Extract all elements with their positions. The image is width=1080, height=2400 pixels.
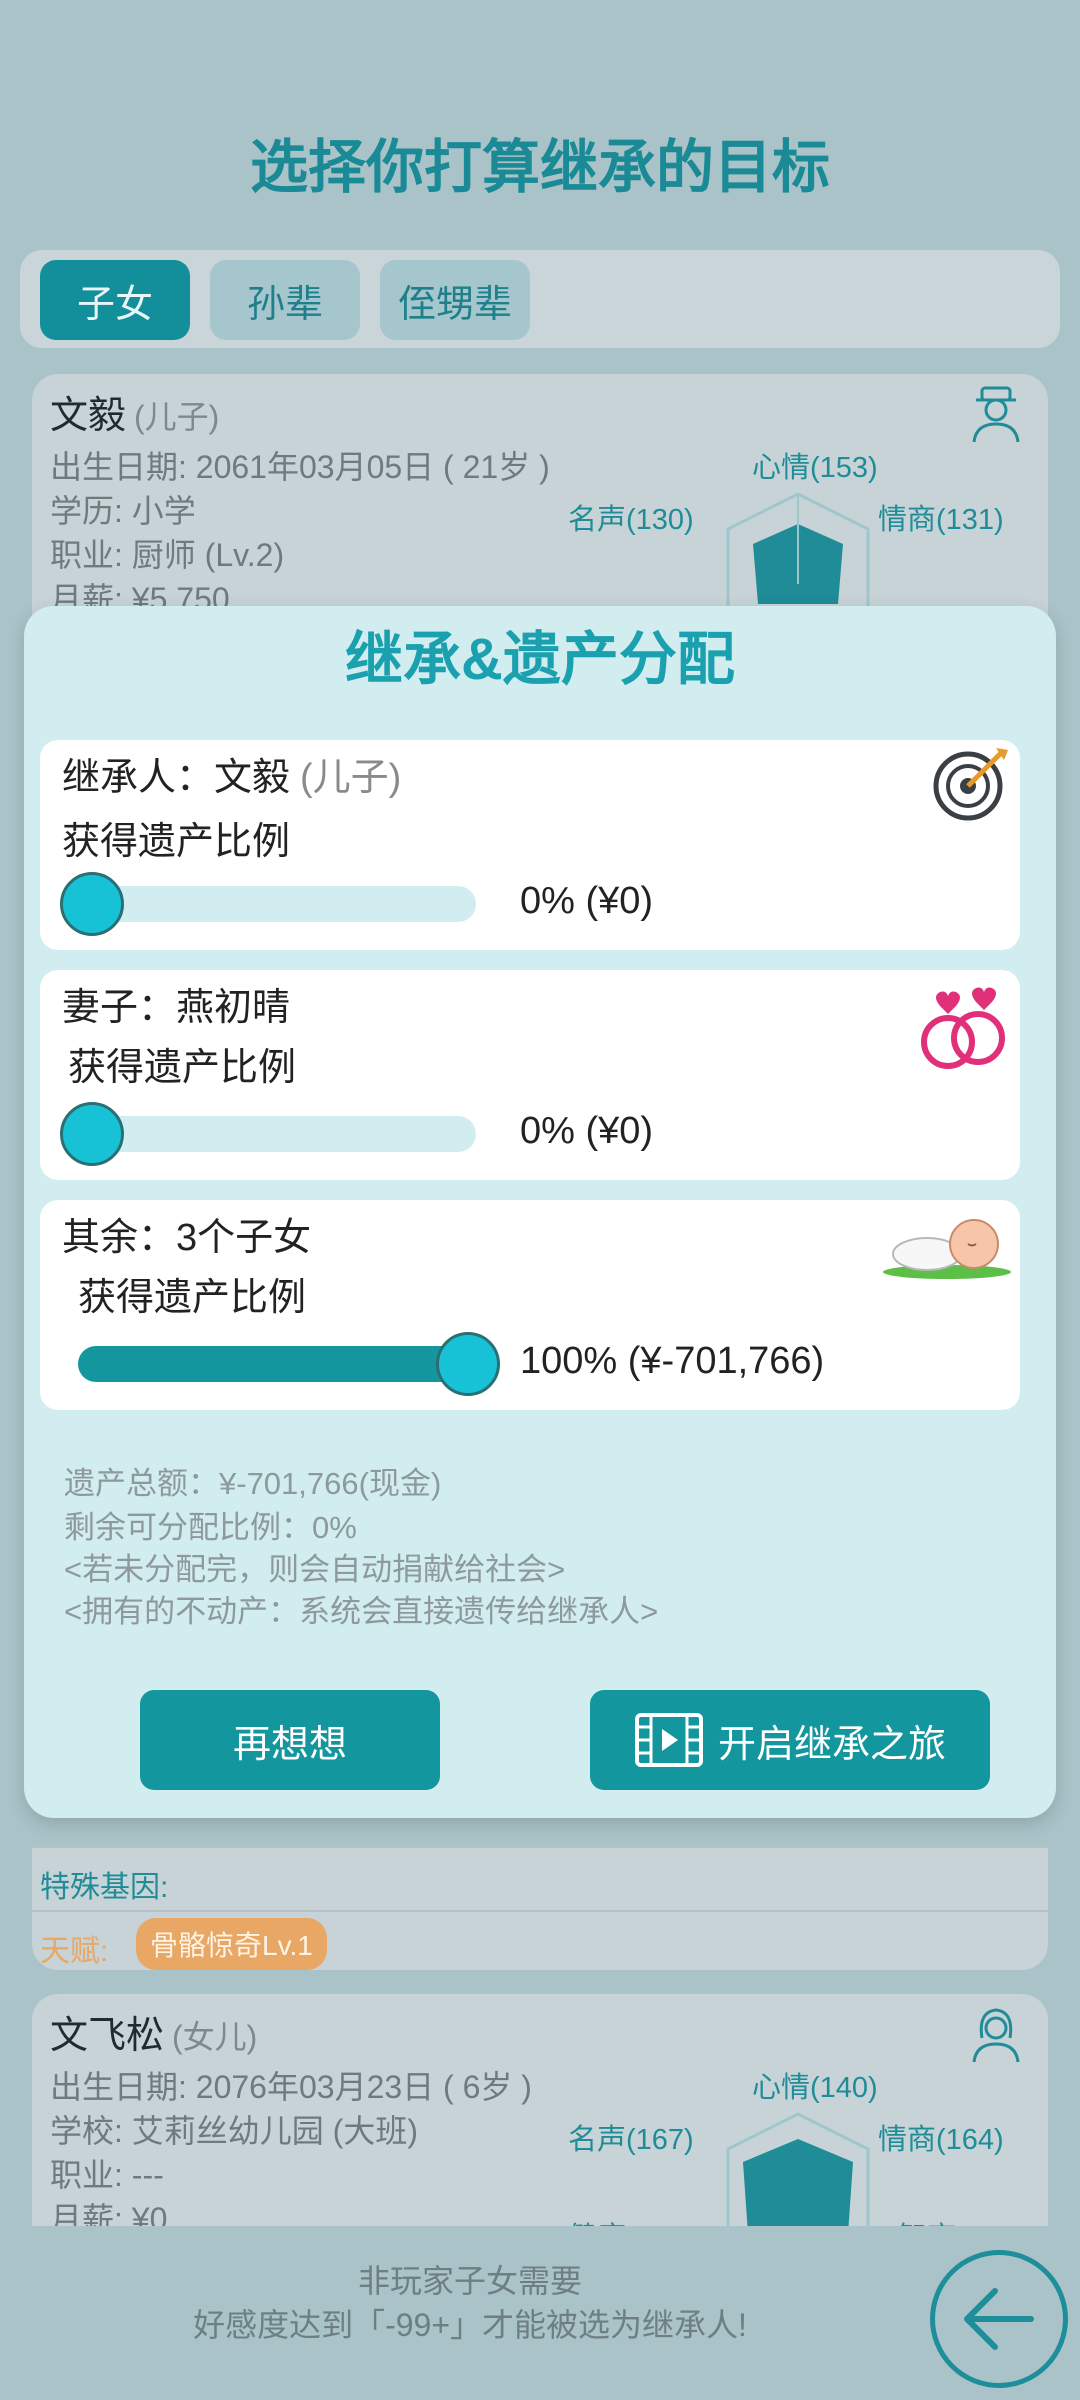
slider-knob[interactable] bbox=[60, 872, 124, 936]
other-children-label: 其余：3个子女 bbox=[62, 1217, 312, 1259]
stats-radar: 心情(140) 名声(167) 情商(164) 健康(176) 智商(212) bbox=[568, 2054, 1028, 2234]
start-inheritance-label: 开启继承之旅 bbox=[717, 1723, 946, 1766]
talent-label: 天赋: bbox=[40, 1935, 109, 1968]
bottom-note-line1: 非玩家子女需要 bbox=[357, 2263, 582, 2299]
film-icon bbox=[634, 1713, 703, 1767]
school: 学校: 艾莉丝幼儿园 (大班) bbox=[50, 2113, 418, 2149]
ratio-label: 获得遗产比例 bbox=[78, 1277, 307, 1319]
bottom-bar: 非玩家子女需要 好感度达到「-99+」才能被选为继承人! bbox=[0, 2226, 1080, 2400]
birth-date: 出生日期: 2061年03月05日 ( 21岁 ) bbox=[50, 449, 550, 485]
radar-eq: 情商(131) bbox=[878, 504, 1004, 536]
slider-knob[interactable] bbox=[436, 1332, 500, 1396]
page-title: 选择你打算继承的目标 bbox=[249, 135, 830, 200]
birth-date: 出生日期: 2076年03月23日 ( 6岁 ) bbox=[50, 2069, 532, 2105]
remaining-ratio: 剩余可分配比例：0% bbox=[64, 1510, 357, 1545]
heir-label: 继承人：文毅 (儿子) bbox=[62, 757, 402, 799]
bottom-note-line2: 好感度达到「-99+」才能被选为继承人! bbox=[193, 2307, 747, 2343]
slider-fill bbox=[78, 1346, 492, 1382]
other-children-share-value: 100% (¥-701,766) bbox=[520, 1340, 825, 1382]
target-icon bbox=[933, 748, 1008, 821]
other-children-panel: 其余：3个子女 获得遗产比例 100% (¥-701,766) bbox=[40, 1200, 1020, 1410]
radar-fame: 名声(167) bbox=[568, 2124, 694, 2156]
heir-panel: 继承人：文毅 (儿子) 获得遗产比例 0% (¥0) bbox=[40, 740, 1020, 950]
heir-share-value: 0% (¥0) bbox=[520, 880, 654, 922]
talent-tag[interactable]: 骨骼惊奇Lv.1 bbox=[136, 1918, 327, 1970]
other-children-ratio-slider[interactable] bbox=[78, 1332, 500, 1396]
spouse-panel: 妻子：燕初晴 获得遗产比例 0% (¥0) bbox=[40, 970, 1020, 1180]
real-estate-note: <拥有的不动产：系统会直接遗传给继承人> bbox=[64, 1594, 659, 1629]
tab-grandchildren[interactable]: 孙辈 bbox=[210, 260, 360, 340]
estate-total: 遗产总额：¥-701,766(现金) bbox=[64, 1466, 442, 1501]
tab-nieces-nephews[interactable]: 侄甥辈 bbox=[380, 260, 530, 340]
back-button[interactable] bbox=[930, 2250, 1068, 2388]
heir-ratio-slider[interactable] bbox=[60, 872, 476, 936]
tab-bar: 子女 孙辈 侄甥辈 bbox=[20, 250, 1060, 348]
reconsider-button[interactable]: 再想想 bbox=[140, 1690, 440, 1790]
card-name: 文飞松 (女儿) bbox=[50, 2015, 258, 2057]
occupation: 职业: --- bbox=[50, 2157, 164, 2193]
ratio-label: 获得遗产比例 bbox=[68, 1047, 297, 1089]
wedding-rings-icon bbox=[921, 987, 1005, 1069]
tab-children[interactable]: 子女 bbox=[40, 260, 190, 340]
spouse-share-value: 0% (¥0) bbox=[520, 1110, 654, 1152]
modal-title: 继承&遗产分配 bbox=[345, 627, 735, 692]
radar-mood: 心情(153) bbox=[752, 452, 878, 484]
spouse-ratio-slider[interactable] bbox=[60, 1102, 476, 1166]
radar-eq: 情商(164) bbox=[878, 2124, 1004, 2156]
radar-fame: 名声(130) bbox=[568, 504, 694, 536]
arrow-left-icon bbox=[964, 2288, 1034, 2350]
talent-row: 天赋: 骨骼惊奇Lv.1 bbox=[32, 1910, 1048, 1970]
radar-mood: 心情(140) bbox=[752, 2072, 878, 2104]
occupation: 职业: 厨师 (Lv.2) bbox=[50, 537, 285, 573]
education: 学历: 小学 bbox=[50, 493, 196, 529]
special-gene-label: 特殊基因: bbox=[40, 1871, 169, 1904]
heir-card-2[interactable]: 文飞松 (女儿) 出生日期: 2076年03月23日 ( 6岁 ) 学校: 艾莉丝… bbox=[32, 1994, 1048, 2234]
ratio-label: 获得遗产比例 bbox=[62, 821, 291, 863]
sleeping-baby-icon bbox=[883, 1219, 1011, 1279]
inheritance-modal: 继承&遗产分配 继承人：文毅 (儿子) 获得遗产比例 0% (¥0) 妻子：燕初晴… bbox=[24, 606, 1056, 1818]
special-gene-row: 特殊基因: bbox=[32, 1846, 1048, 1910]
donation-note: <若未分配完，则会自动捐献给社会> bbox=[64, 1552, 566, 1587]
card-name: 文毅 (儿子) bbox=[50, 395, 220, 437]
start-inheritance-button[interactable]: 开启继承之旅 bbox=[590, 1690, 990, 1790]
spouse-label: 妻子：燕初晴 bbox=[62, 987, 291, 1029]
slider-knob[interactable] bbox=[60, 1102, 124, 1166]
